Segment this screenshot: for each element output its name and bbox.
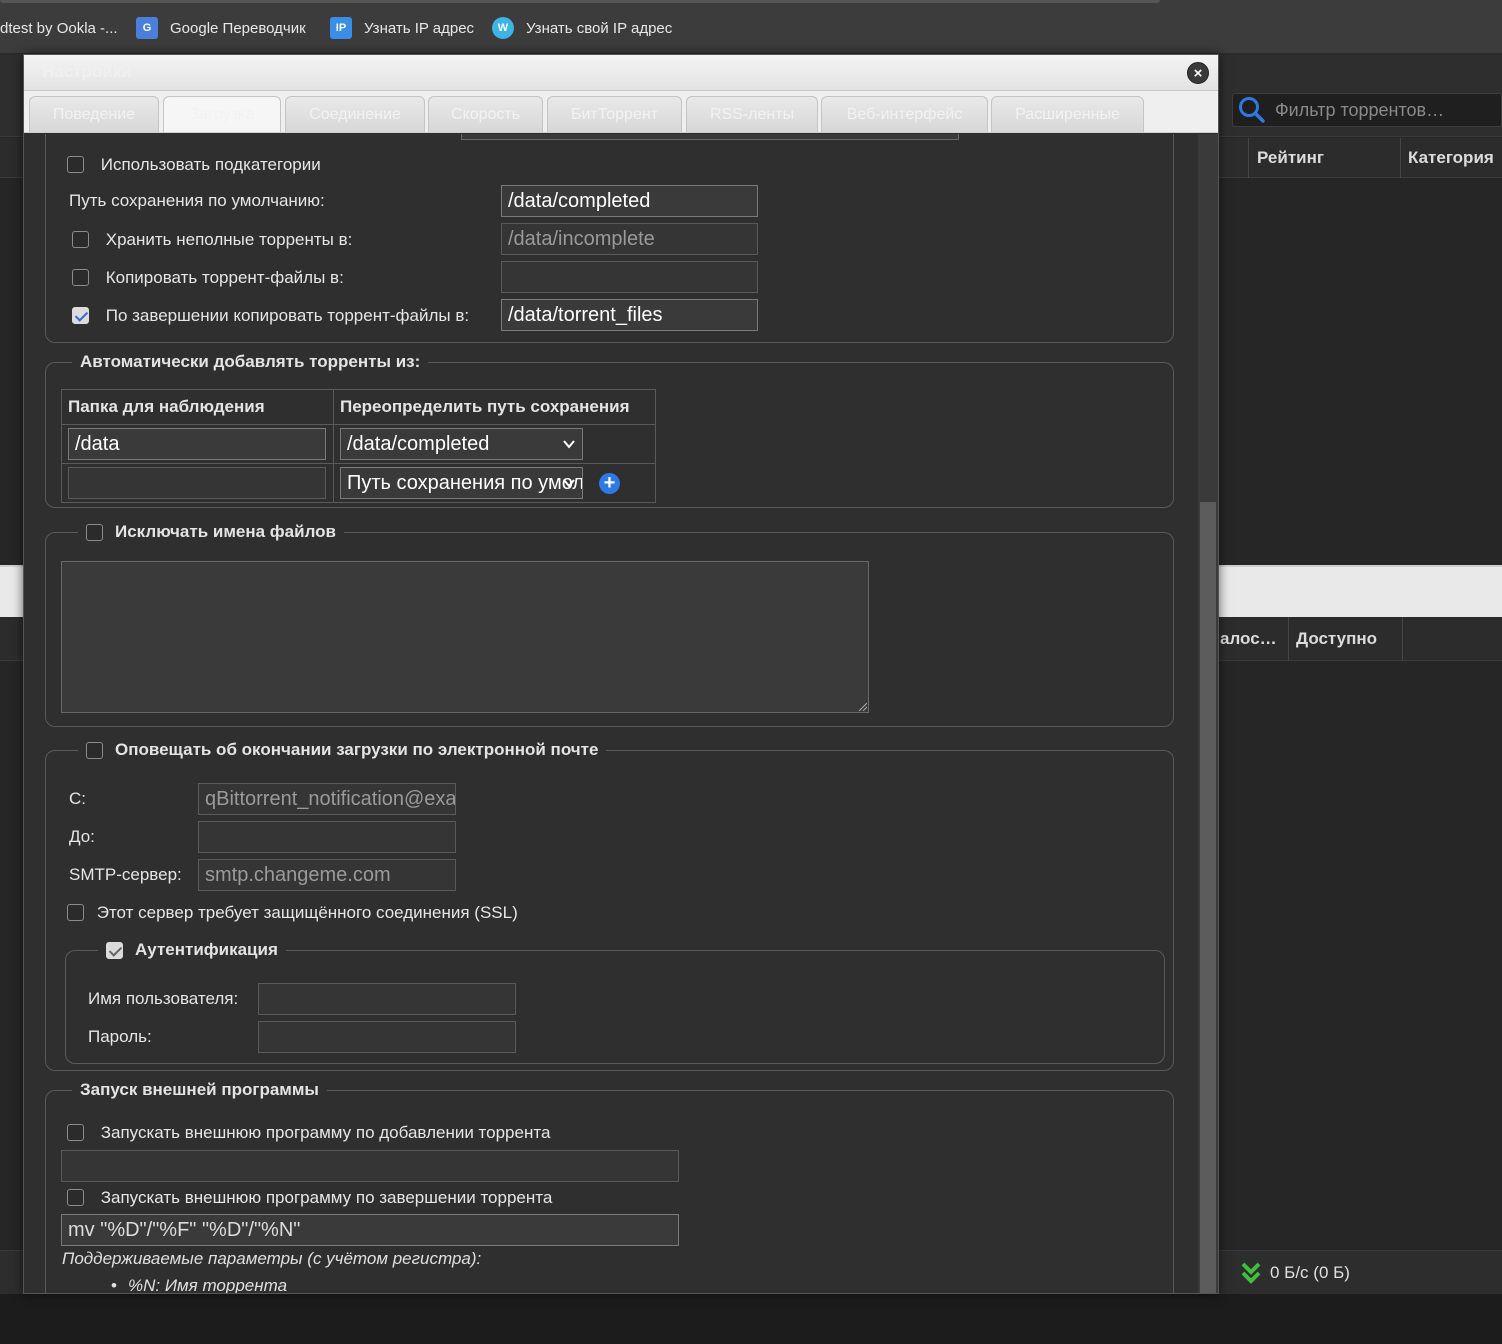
param-item: • %N: Имя торрента [111,1276,288,1294]
tab-connection[interactable]: Соединение [285,96,425,132]
watched-folder-input[interactable]: /data [68,428,326,460]
column-watched-folder: Папка для наблюдения [61,389,334,425]
email-notification-checkbox[interactable] [86,741,103,759]
add-watched-folder-icon[interactable]: + [599,472,620,494]
download-arrows-icon [1241,1262,1261,1284]
default-path-input[interactable]: /data/completed [501,185,758,217]
search-icon [1239,97,1265,123]
run-on-add-checkbox[interactable] [67,1124,84,1142]
resize-grip-icon[interactable] [857,701,867,711]
column-separator [1402,617,1403,661]
watched-folders-table: Папка для наблюдения Переопределить путь… [61,389,656,503]
exclude-filenames-legend: Исключать имена файлов [78,522,344,542]
password-input[interactable] [258,1021,516,1053]
copy-torrent-input[interactable] [501,261,758,293]
watched-row-1-override-cell: /data/completed [333,424,656,464]
override-path-select[interactable]: /data/completed [340,428,583,460]
scrollbar-thumb[interactable] [1200,502,1216,1293]
column-separator [1288,617,1289,661]
email-from-label: С: [69,789,86,808]
watched-row-2-folder-cell [61,463,334,503]
copy-finished-checkbox[interactable] [72,307,89,325]
incomplete-path-input[interactable]: /data/incomplete [501,223,758,255]
supported-params-hint: Поддерживаемые параметры (с учётом регис… [62,1249,482,1268]
close-button[interactable]: × [1187,62,1209,84]
incomplete-checkbox[interactable] [72,231,89,249]
dialog-title: Настройки [42,62,132,81]
password-label: Пароль: [88,1027,152,1046]
taskbar-strip [0,1294,1502,1344]
exclude-filenames-textarea[interactable] [61,561,869,713]
bookmark-ookla[interactable]: dtest by Ookla -... [0,16,118,40]
copy-torrent-checkbox[interactable] [72,269,89,287]
column-separator [1400,138,1401,178]
username-input[interactable] [258,983,516,1015]
ip-icon: IP [330,17,352,39]
copy-finished-row: По завершении копировать торрент-файлы в… [72,305,469,326]
run-on-finish-row: Запускать внешнюю программу по завершени… [67,1187,552,1208]
smtp-server-label: SMTP-сервер: [69,865,182,884]
chevron-down-icon [563,440,575,449]
bullet: • [111,1276,117,1294]
torrent-filter[interactable]: Фильтр торрентов… [1232,93,1502,127]
dialog-titlebar: Настройки × [24,55,1218,91]
chevron-down-icon [563,479,575,488]
column-category[interactable]: Категория [1408,148,1494,168]
use-subcategories-row: Использовать подкатегории [67,154,321,175]
column-override-path: Переопределить путь сохранения [333,389,656,425]
default-path-label: Путь сохранения по умолчанию: [69,191,325,210]
email-notification-legend: Оповещать об окончании загрузки по элект… [78,740,607,760]
run-on-add-input[interactable] [61,1150,679,1182]
column-remaining[interactable]: алос… [1220,629,1277,649]
ssl-checkbox[interactable] [67,904,84,922]
watched-row-1-folder-cell: /data [61,424,334,464]
authentication-checkbox[interactable] [106,941,123,959]
run-on-finish-input[interactable]: mv "%D"/"%F" "%D"/"%N" [61,1214,679,1246]
copy-finished-input[interactable]: /data/torrent_files [501,299,758,331]
google-translate-icon: G [136,17,158,39]
new-override-path-select[interactable]: Путь сохранения по умолчанию [340,467,583,499]
tab-advanced[interactable]: Расширенные [991,96,1144,132]
tab-behavior[interactable]: Поведение [29,96,159,132]
bookmark-google-translate[interactable]: G Google Переводчик [136,16,306,40]
email-to-input[interactable] [198,821,456,853]
external-program-legend: Запуск внешней программы [72,1080,327,1100]
authentication-legend: Аутентификация [98,940,286,960]
email-from-input[interactable]: qBittorrent_notification@example.com [198,783,456,815]
use-subcategories-checkbox[interactable] [67,156,84,174]
bookmark-ip[interactable]: IP Узнать IP адрес [330,16,474,40]
column-separator [1248,138,1249,178]
incomplete-row: Хранить неполные торренты в: [72,229,352,250]
bookmarks-bar: dtest by Ookla -... G Google Переводчик … [0,0,1502,54]
exclude-filenames-checkbox[interactable] [86,523,103,541]
bookmark-my-ip[interactable]: W Узнать свой IP адрес [492,16,672,40]
smtp-server-input[interactable]: smtp.changeme.com [198,859,456,891]
cut-off-field [461,134,959,140]
email-to-label: До: [69,827,95,846]
settings-scrollbar[interactable] [1198,134,1218,1293]
tab-bittorrent[interactable]: БитТоррент [547,96,682,132]
close-icon: × [1193,64,1203,82]
settings-dialog: Настройки × Поведение Загрузка Соединени… [23,54,1219,1294]
watched-row-2-override-cell: Путь сохранения по умолчанию + [333,463,656,503]
tab-webui[interactable]: Веб-интерфейс [821,96,988,132]
watched-folders-legend: Автоматически добавлять торренты из: [72,352,429,372]
filter-placeholder: Фильтр торрентов… [1275,99,1445,120]
tab-rss[interactable]: RSS-ленты [686,96,818,132]
username-label: Имя пользователя: [88,989,239,1008]
tab-downloads[interactable]: Загрузка [163,96,281,132]
column-rating[interactable]: Рейтинг [1257,148,1324,168]
run-on-finish-checkbox[interactable] [67,1189,84,1207]
copy-torrent-row: Копировать торрент-файлы в: [72,267,344,288]
settings-tabs: Поведение Загрузка Соединение Скорость Б… [24,91,1218,133]
ssl-row: Этот сервер требует защищённого соединен… [67,902,518,923]
run-on-add-row: Запускать внешнюю программу по добавлени… [67,1122,550,1143]
column-available[interactable]: Доступно [1296,629,1377,649]
download-speed: 0 Б/с (0 Б) [1240,1261,1350,1285]
new-watched-folder-input[interactable] [68,467,326,499]
w-icon: W [492,17,514,39]
tab-speed[interactable]: Скорость [428,96,543,132]
tab-strip-edge [0,0,1160,3]
settings-content: Использовать подкатегории Путь сохранени… [24,134,1198,1294]
